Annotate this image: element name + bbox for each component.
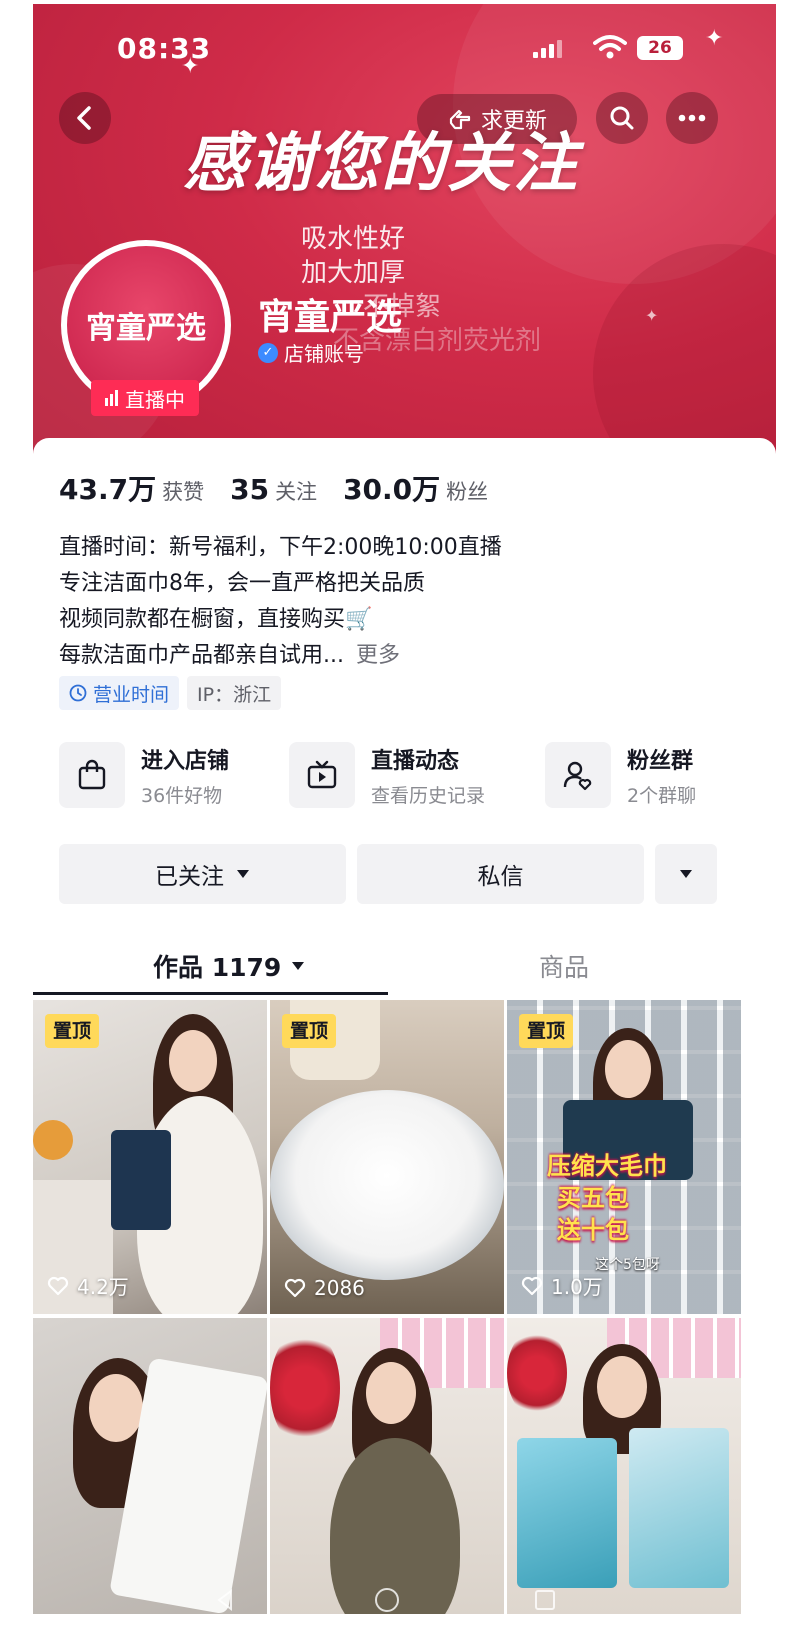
- video-likes-count: 1.0万: [551, 1275, 603, 1299]
- more-horizontal-icon: [678, 114, 706, 122]
- video-overlay-text: 压缩大毛巾 买五包 送十包: [547, 1150, 667, 1246]
- profile-card: 43.7万 获赞 35 关注 30.0万 粉丝 直播时间：新号福利，下午2:00晚10…: [33, 438, 776, 1614]
- followed-label: 已关注: [155, 864, 224, 890]
- banner-feature: 吸水性好: [301, 224, 406, 254]
- video-likes-count: 4.2万: [77, 1275, 129, 1299]
- video-thumbnail[interactable]: [270, 1318, 504, 1614]
- video-likes: 4.2万: [47, 1271, 129, 1300]
- bio-more-link[interactable]: 更多: [356, 643, 400, 668]
- battery-icon: 26: [637, 36, 683, 60]
- enter-shop-action[interactable]: 进入店铺 36件好物: [59, 742, 229, 808]
- bio-line: 专注洁面巾8年，会一直严格把关品质: [59, 571, 425, 596]
- system-nav-bar: [33, 1586, 776, 1614]
- sparkle-icon: ✦: [181, 54, 200, 79]
- heart-outline-icon: [521, 1276, 543, 1295]
- tab-works[interactable]: 作品 1179: [153, 948, 305, 984]
- fan-group-subtitle: 2个群聊: [627, 784, 697, 807]
- stat-likes[interactable]: 43.7万 获赞: [59, 468, 204, 508]
- banner-feature: 加大加厚: [301, 258, 406, 288]
- heart-outline-icon: [284, 1278, 306, 1298]
- active-tab-indicator: [33, 992, 388, 995]
- caret-down-icon: [292, 962, 305, 970]
- enter-shop-title: 进入店铺: [141, 748, 230, 774]
- tab-products[interactable]: 商品: [539, 948, 589, 984]
- live-badge-label: 直播中: [125, 387, 185, 412]
- nav-recent-icon[interactable]: [533, 1588, 557, 1612]
- business-hours-tag[interactable]: 营业时间: [59, 676, 180, 710]
- video-thumbnail[interactable]: [33, 1318, 267, 1614]
- pinned-badge: 置顶: [282, 1014, 337, 1048]
- live-history-action[interactable]: 直播动态查看历史记录: [289, 742, 485, 808]
- bio-line: 视频同款都在橱窗，直接购买🛒: [59, 607, 373, 632]
- live-history-title: 直播动态: [371, 748, 460, 774]
- pinned-badge: 置顶: [45, 1014, 100, 1048]
- video-thumbnail[interactable]: 置顶 2086: [270, 1000, 504, 1314]
- search-button[interactable]: [596, 92, 648, 144]
- more-dropdown-button[interactable]: [655, 844, 717, 904]
- banner-headline: 感谢您的关注: [183, 126, 579, 201]
- live-history-subtitle: 查看历史记录: [371, 784, 486, 807]
- clock-icon: [69, 684, 87, 702]
- tv-play-icon: [307, 760, 337, 789]
- followed-button[interactable]: 已关注: [59, 844, 346, 904]
- search-icon: [610, 106, 634, 130]
- profile-tags: 营业时间 IP：浙江: [59, 676, 282, 710]
- shopping-bag-icon: [78, 759, 106, 790]
- overlay-line: 买五包: [557, 1184, 629, 1212]
- video-likes-count: 2086: [314, 1276, 365, 1300]
- video-thumbnail[interactable]: 压缩大毛巾 买五包 送十包 这个5包呀 置顶 1.0万: [507, 1000, 741, 1314]
- content-tabs: 作品 1179 商品: [33, 940, 776, 1000]
- nav-back-icon[interactable]: [213, 1588, 237, 1612]
- video-thumbnail[interactable]: 置顶 4.2万: [33, 1000, 267, 1314]
- live-badge[interactable]: 直播中: [91, 380, 199, 416]
- stat-following[interactable]: 35 关注: [230, 473, 317, 506]
- fan-group-title: 粉丝群: [627, 748, 694, 774]
- wifi-icon: [593, 35, 627, 59]
- overlay-line: 压缩大毛巾: [547, 1152, 667, 1180]
- bio-line: 每款洁面巾产品都亲自试用...: [59, 643, 344, 668]
- heart-outline-icon: [47, 1276, 69, 1295]
- nav-home-icon[interactable]: [373, 1586, 401, 1614]
- more-options-button[interactable]: [666, 92, 718, 144]
- video-likes: 1.0万: [521, 1271, 603, 1300]
- video-thumbnail[interactable]: [507, 1318, 741, 1614]
- message-button[interactable]: 私信: [357, 844, 644, 904]
- user-heart-icon: [563, 761, 592, 791]
- tab-products-label: 商品: [539, 953, 590, 982]
- ip-location-label: IP：浙江: [197, 683, 272, 706]
- ip-location-tag: IP：浙江: [187, 676, 282, 710]
- enter-shop-subtitle: 36件好物: [141, 784, 223, 807]
- pinned-badge: 置顶: [519, 1014, 574, 1048]
- video-caption: 这个5包呀: [595, 1257, 660, 1273]
- signal-icon: [533, 40, 562, 58]
- caret-down-icon: [237, 870, 249, 878]
- live-bars-icon: [105, 390, 118, 406]
- overlay-line: 送十包: [557, 1216, 629, 1244]
- back-button[interactable]: [59, 92, 111, 144]
- fan-group-action[interactable]: 粉丝群 2个群聊: [545, 742, 696, 808]
- profile-banner: 08:33 26 ✦ ✦ ✦ 求更新 感谢您的关注 吸水性好 加大加厚 不掉絮 …: [33, 4, 776, 474]
- status-bar: 08:33 26: [33, 30, 776, 70]
- profile-bio: 直播时间：新号福利，下午2:00晚10:00直播 专注洁面巾8年，会一直严格把关…: [59, 530, 502, 674]
- chevron-left-icon: [77, 106, 91, 130]
- quick-actions: 进入店铺 36件好物 直播动态查看历史记录 粉丝群 2个群聊: [59, 742, 749, 812]
- message-label: 私信: [477, 864, 524, 890]
- sparkle-icon: ✦: [645, 306, 659, 325]
- stat-followers[interactable]: 30.0万 粉丝: [343, 468, 488, 508]
- bio-line: 直播时间：新号福利，下午2:00晚10:00直播: [59, 535, 502, 560]
- sparkle-icon: ✦: [705, 26, 724, 51]
- verified-icon: ✓: [258, 342, 278, 363]
- business-hours-label: 营业时间: [93, 683, 170, 706]
- account-type: ✓ 店铺账号: [258, 338, 364, 367]
- profile-stats: 43.7万 获赞 35 关注 30.0万 粉丝: [59, 468, 488, 508]
- account-type-label: 店铺账号: [284, 342, 364, 366]
- tab-works-label: 作品 1179: [153, 953, 282, 982]
- profile-screen: 08:33 26 ✦ ✦ ✦ 求更新 感谢您的关注 吸水性好 加大加厚 不掉絮 …: [33, 4, 776, 1614]
- shop-name: 宵童严选: [258, 297, 403, 338]
- video-likes: 2086: [284, 1276, 365, 1300]
- caret-down-icon: [680, 870, 692, 878]
